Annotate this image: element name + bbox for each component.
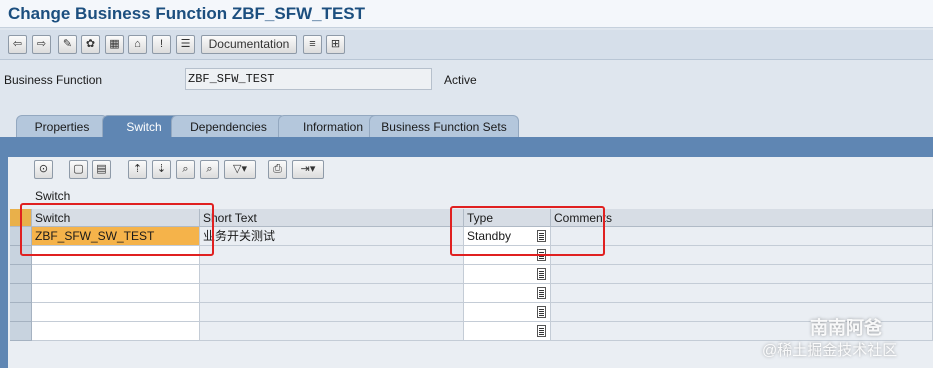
documentation-button[interactable]: Documentation: [201, 35, 297, 54]
row-selector[interactable]: [10, 322, 32, 341]
menu-list-icon[interactable]: ☰: [176, 35, 195, 54]
tab-business-function-sets[interactable]: Business Function Sets: [369, 115, 519, 137]
column-header-short-text[interactable]: Short Text: [200, 209, 464, 227]
short-text-cell: [200, 303, 464, 322]
find-next-icon[interactable]: ⌕: [200, 160, 219, 179]
switch-cell[interactable]: [32, 265, 200, 284]
switch-cell[interactable]: [32, 322, 200, 341]
sort-descending-icon[interactable]: ⇣: [152, 160, 171, 179]
value-help-icon[interactable]: [537, 325, 546, 337]
short-text-cell: [200, 265, 464, 284]
page-title: Change Business Function ZBF_SFW_TEST: [8, 4, 366, 23]
comments-cell: [551, 246, 933, 265]
business-function-label: Business Function: [4, 73, 103, 87]
delete-row-icon[interactable]: ▤: [92, 160, 111, 179]
business-function-field[interactable]: ZBF_SFW_TEST: [185, 68, 432, 90]
sort-ascending-icon[interactable]: ⇡: [128, 160, 147, 179]
value-help-icon[interactable]: [537, 268, 546, 280]
object-list-icon[interactable]: ▦: [105, 35, 124, 54]
business-function-row: Business Function ZBF_SFW_TEST Active: [0, 68, 933, 92]
tab-panel: ⊙ ▢ ▤ ⇡ ⇣ ⌕ ⌕ ▽▾ ⎙ ⇥▾ Switch Switch Shor…: [0, 137, 933, 368]
type-cell[interactable]: [464, 322, 551, 341]
tab-dependencies[interactable]: Dependencies: [171, 115, 286, 137]
application-toolbar: ⇦ ⇨ ✎ ✿ ▦ ⌂ ! ☰ Documentation ≡ ⊞: [0, 30, 933, 60]
comments-cell: [551, 284, 933, 303]
short-text-cell: [200, 322, 464, 341]
row-selector[interactable]: [10, 284, 32, 303]
comments-cell: [551, 265, 933, 284]
value-help-icon[interactable]: [537, 306, 546, 318]
short-text-cell: [200, 246, 464, 265]
filter-icon[interactable]: ▽▾: [224, 160, 256, 179]
status-text: Active: [444, 73, 477, 87]
short-text-cell: 业务开关测试: [200, 227, 464, 246]
print-icon[interactable]: ≡: [303, 35, 322, 54]
switch-cell[interactable]: [32, 284, 200, 303]
watermark-title: 南南阿爸: [810, 318, 882, 338]
type-cell[interactable]: [464, 303, 551, 322]
type-cell[interactable]: [464, 265, 551, 284]
info-icon[interactable]: !: [152, 35, 171, 54]
title-bar: Change Business Function ZBF_SFW_TEST: [0, 0, 933, 28]
tab-strip: Properties Switch Dependencies Informati…: [16, 115, 933, 137]
watermark-subtitle: @稀土掘金技术社区: [762, 342, 898, 359]
hierarchy-icon[interactable]: ⌂: [128, 35, 147, 54]
activate-icon[interactable]: ✿: [81, 35, 100, 54]
type-cell[interactable]: [464, 284, 551, 303]
details-icon[interactable]: ⊙: [34, 160, 53, 179]
value-help-icon[interactable]: [537, 287, 546, 299]
print-table-icon[interactable]: ⎙: [268, 160, 287, 179]
tree-structure-icon[interactable]: ⊞: [326, 35, 345, 54]
short-text-cell: [200, 284, 464, 303]
annotation-box-switch: [20, 203, 214, 256]
new-entry-icon[interactable]: ▢: [69, 160, 88, 179]
column-header-comments[interactable]: Comments: [551, 209, 933, 227]
comments-cell: [551, 227, 933, 246]
export-icon[interactable]: ⇥▾: [292, 160, 324, 179]
find-icon[interactable]: ⌕: [176, 160, 195, 179]
back-arrow-icon[interactable]: ⇦: [8, 35, 27, 54]
tab-properties[interactable]: Properties: [16, 115, 108, 137]
table-title: Switch: [35, 189, 71, 203]
switch-cell[interactable]: [32, 303, 200, 322]
display-change-icon[interactable]: ✎: [58, 35, 77, 54]
forward-arrow-icon[interactable]: ⇨: [32, 35, 51, 54]
row-selector[interactable]: [10, 265, 32, 284]
annotation-box-type: [450, 206, 605, 256]
row-selector[interactable]: [10, 303, 32, 322]
